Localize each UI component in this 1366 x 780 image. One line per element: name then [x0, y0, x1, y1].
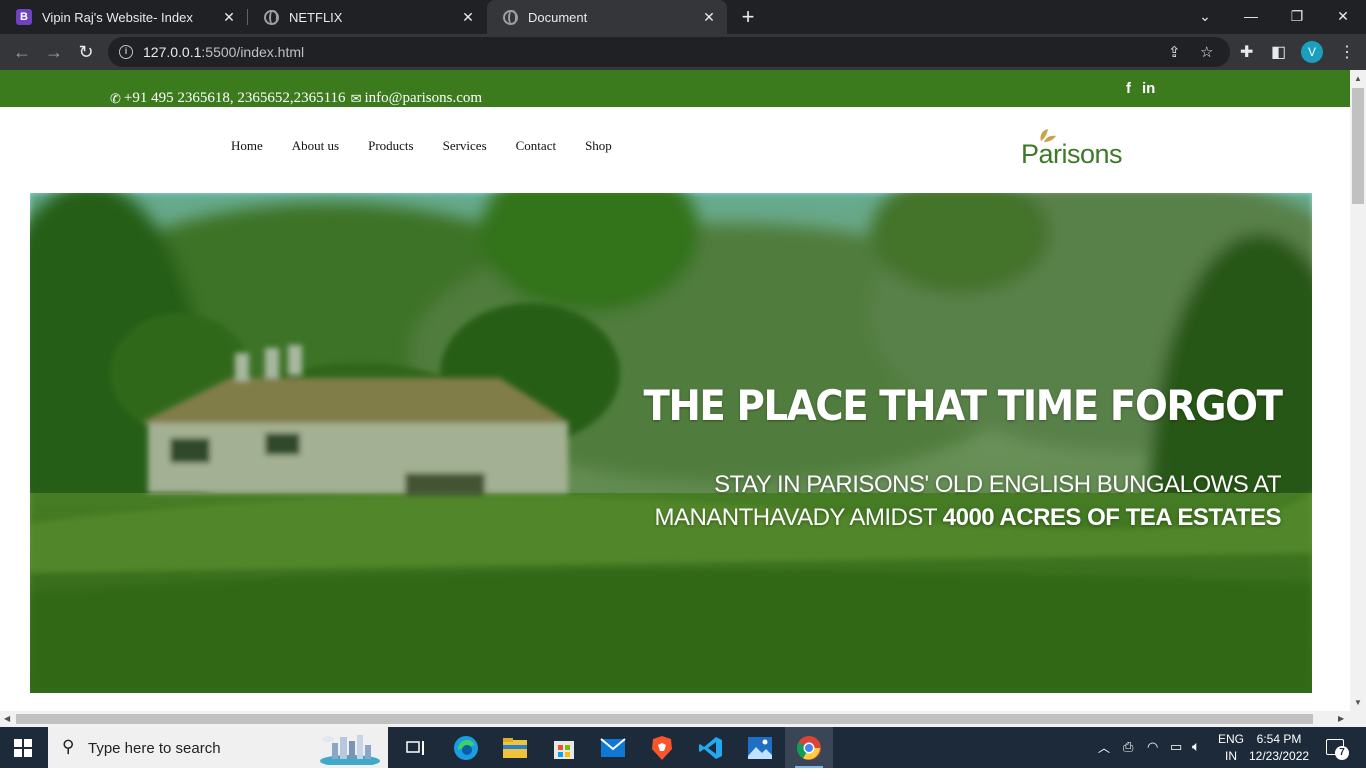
side-panel-icon[interactable]: ◧ [1271, 42, 1286, 62]
horizontal-scrollbar[interactable]: ◀ ▶ [0, 711, 1366, 727]
taskbar-search-box[interactable]: ⚲ Type here to search [48, 727, 388, 768]
file-explorer-icon[interactable] [491, 727, 539, 768]
hero-banner: THE PLACE THAT TIME FORGOT STAY IN PARIS… [30, 193, 1312, 693]
address-bar[interactable]: i 127.0.0.1:5500/index.html ⇪ ☆ [108, 37, 1230, 67]
search-icon: ⚲ [62, 737, 75, 756]
globe-icon [264, 9, 279, 25]
tab-document[interactable]: Document ✕ [487, 0, 727, 34]
hero-subtext-line2-prefix: MANANTHAVADY AMIDST [654, 504, 943, 531]
language-indicator[interactable]: ENG IN [1218, 731, 1244, 765]
brave-icon[interactable] [638, 727, 686, 768]
task-view-icon[interactable] [392, 727, 440, 768]
phone-numbers: +91 495 2365618, 2365652,2365116 [123, 90, 346, 106]
social-links: f in [1126, 80, 1155, 97]
site-navbar: Home About us Products Services Contact … [0, 107, 1350, 193]
tab-vipin-raj[interactable]: B Vipin Raj's Website- Index ✕ [0, 0, 247, 34]
system-clock[interactable]: 6:54 PM 12/23/2022 [1249, 731, 1309, 765]
wifi-icon[interactable]: ◠ [1147, 739, 1158, 780]
minimize-button[interactable]: — [1228, 0, 1274, 34]
restore-button[interactable]: ❐ [1274, 0, 1320, 34]
search-highlight-city-icon [320, 735, 380, 765]
notification-center-icon[interactable]: 7 [1326, 739, 1349, 760]
site-info-icon[interactable]: i [119, 45, 133, 59]
browser-toolbar: ← → ↻ i 127.0.0.1:5500/index.html ⇪ ☆ ✚ … [0, 34, 1366, 70]
new-tab-button[interactable]: + [737, 3, 759, 31]
nav-link-about[interactable]: About us [292, 138, 339, 154]
region-code: IN [1225, 749, 1237, 763]
mail-icon[interactable] [589, 727, 637, 768]
forward-arrow-icon[interactable]: → [40, 38, 68, 66]
chrome-icon[interactable] [785, 727, 833, 768]
vscode-icon[interactable] [687, 727, 735, 768]
volume-icon[interactable]: 🔈︎ [1192, 738, 1200, 779]
scroll-down-arrow-icon[interactable]: ▼ [1354, 698, 1362, 707]
nav-link-home[interactable]: Home [231, 138, 263, 154]
tab-title: NETFLIX [289, 9, 343, 25]
profile-avatar[interactable]: V [1301, 41, 1323, 63]
vertical-scrollbar[interactable]: ▲ ▼ [1350, 70, 1366, 711]
tab-title: Vipin Raj's Website- Index [42, 9, 193, 25]
scroll-up-arrow-icon[interactable]: ▲ [1354, 74, 1362, 83]
store-icon[interactable] [540, 727, 588, 768]
edge-icon[interactable] [442, 727, 490, 768]
show-hidden-icons-chevron-icon[interactable]: ︿ [1098, 739, 1110, 780]
browser-tab-strip: B Vipin Raj's Website- Index ✕ NETFLIX ✕… [0, 0, 1366, 34]
facebook-icon[interactable]: f [1126, 80, 1131, 97]
nav-link-services[interactable]: Services [443, 138, 487, 154]
hero-subtext-line2: MANANTHAVADY AMIDST 4000 ACRES OF TEA ES… [654, 501, 1281, 534]
nav-link-contact[interactable]: Contact [516, 138, 556, 154]
hero-subtext: STAY IN PARISONS' OLD ENGLISH BUNGALOWS … [654, 468, 1281, 534]
search-placeholder: Type here to search [88, 740, 221, 757]
hero-headline: THE PLACE THAT TIME FORGOT [643, 381, 1283, 430]
extensions-puzzle-icon[interactable]: ✚ [1240, 42, 1253, 62]
scroll-right-arrow-icon[interactable]: ▶ [1338, 714, 1344, 723]
url-text[interactable]: 127.0.0.1:5500/index.html [143, 44, 304, 60]
windows-start-icon[interactable] [14, 739, 32, 757]
windows-taskbar: ⚲ Type here to search ︿ ⎙ ◠ ▭ 🔈︎ ENG IN … [0, 727, 1366, 768]
scroll-left-arrow-icon[interactable]: ◀ [4, 714, 10, 723]
linkedin-icon[interactable]: in [1142, 80, 1155, 97]
logo-wordmark: Parisons [1021, 139, 1123, 169]
globe-icon [503, 9, 518, 25]
notification-count-badge: 7 [1335, 746, 1349, 760]
menu-kebab-icon[interactable]: ⋮ [1339, 42, 1355, 62]
email-link[interactable]: info@parisons.com [364, 90, 482, 107]
tea-estate-landscape-image [30, 193, 1312, 693]
phone-icon: ✆ [110, 90, 121, 106]
back-arrow-icon[interactable]: ← [8, 38, 36, 66]
hero-subtext-highlight: 4000 ACRES OF TEA ESTATES [942, 504, 1282, 531]
tab-title: Document [528, 9, 588, 25]
url-host: 127.0.0.1 [143, 44, 202, 60]
nav-link-shop[interactable]: Shop [585, 138, 612, 154]
nav-links: Home About us Products Services Contact … [231, 138, 641, 154]
clock-time: 6:54 PM [1256, 732, 1302, 746]
hero-subtext-line1: STAY IN PARISONS' OLD ENGLISH BUNGALOWS … [714, 471, 1281, 498]
close-window-button[interactable]: ✕ [1320, 0, 1366, 34]
meet-now-icon[interactable]: ⎙ [1123, 739, 1133, 780]
battery-icon[interactable]: ▭ [1170, 739, 1182, 780]
tab-netflix[interactable]: NETFLIX ✕ [248, 0, 486, 34]
clock-date: 12/23/2022 [1249, 749, 1310, 763]
close-icon[interactable]: ✕ [219, 9, 239, 26]
vertical-scroll-thumb[interactable] [1352, 88, 1364, 204]
tab-search-chevron-icon[interactable]: ⌄ [1182, 0, 1228, 34]
parisons-logo[interactable]: Parisons [1021, 127, 1145, 171]
share-icon[interactable]: ⇪ [1168, 43, 1181, 61]
page-viewport: ✆ +91 495 2365618, 2365652,2365116 ✉ inf… [0, 70, 1350, 711]
reload-icon[interactable]: ↻ [72, 38, 100, 66]
contact-info: ✆ +91 495 2365618, 2365652,2365116 ✉ inf… [110, 90, 482, 107]
bootstrap-b-icon: B [16, 9, 32, 25]
url-path: :5500/index.html [201, 44, 305, 60]
nav-link-products[interactable]: Products [368, 138, 414, 154]
language-code: ENG [1218, 732, 1245, 746]
contact-top-bar: ✆ +91 495 2365618, 2365652,2365116 ✉ inf… [0, 70, 1350, 107]
photos-icon[interactable] [736, 727, 784, 768]
envelope-icon: ✉ [350, 90, 362, 106]
close-icon[interactable]: ✕ [458, 9, 478, 26]
bookmark-star-icon[interactable]: ☆ [1200, 43, 1213, 61]
close-icon[interactable]: ✕ [699, 9, 719, 26]
horizontal-scroll-thumb[interactable] [16, 714, 1313, 724]
